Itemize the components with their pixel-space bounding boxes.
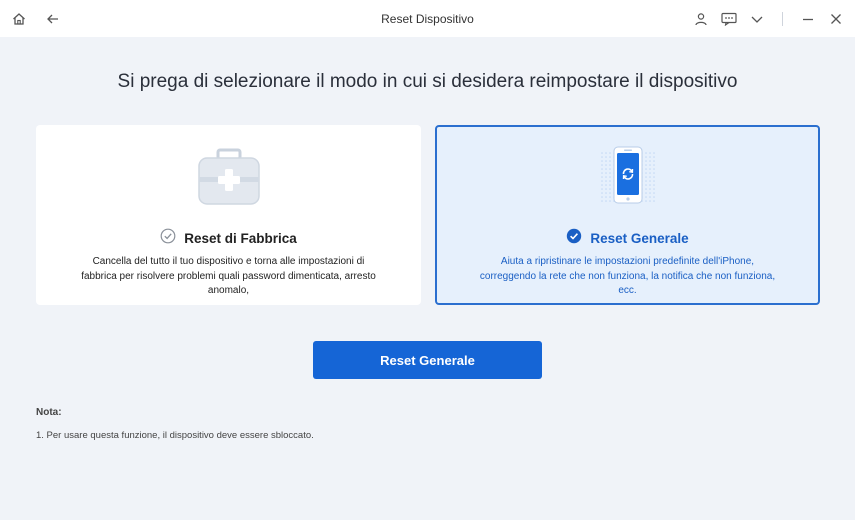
title-bar-divider bbox=[782, 12, 783, 26]
feedback-icon[interactable] bbox=[720, 10, 738, 28]
title-bar: Reset Dispositivo bbox=[0, 0, 855, 37]
option-description: Cancella del tutto il tuo dispositivo e … bbox=[81, 256, 376, 296]
option-title-row: Reset Generale bbox=[437, 228, 818, 249]
close-icon[interactable] bbox=[827, 10, 845, 28]
option-card-general-reset[interactable]: Reset Generale Aiuta a ripristinare le i… bbox=[435, 125, 820, 305]
toolbox-icon bbox=[194, 147, 264, 214]
note-item: 1. Per usare questa funzione, il disposi… bbox=[36, 430, 314, 441]
checked-circle-icon bbox=[566, 228, 582, 249]
option-card-factory-reset[interactable]: Reset di Fabbrica Cancella del tutto il … bbox=[36, 125, 421, 305]
option-description: Aiuta a ripristinare le impostazioni pre… bbox=[479, 256, 776, 296]
note-title: Nota: bbox=[36, 407, 62, 418]
option-title: Reset di Fabbrica bbox=[184, 231, 297, 246]
chevron-down-icon[interactable] bbox=[748, 10, 766, 28]
unchecked-circle-icon bbox=[160, 228, 176, 249]
option-title-row: Reset di Fabbrica bbox=[36, 228, 421, 249]
title-bar-right-controls bbox=[692, 10, 845, 28]
user-icon[interactable] bbox=[692, 10, 710, 28]
minimize-icon[interactable] bbox=[799, 10, 817, 28]
option-title: Reset Generale bbox=[590, 231, 689, 246]
page-heading: Si prega di selezionare il modo in cui s… bbox=[117, 71, 738, 92]
phone-reset-icon bbox=[596, 143, 660, 218]
reset-general-button[interactable]: Reset Generale bbox=[313, 341, 542, 379]
